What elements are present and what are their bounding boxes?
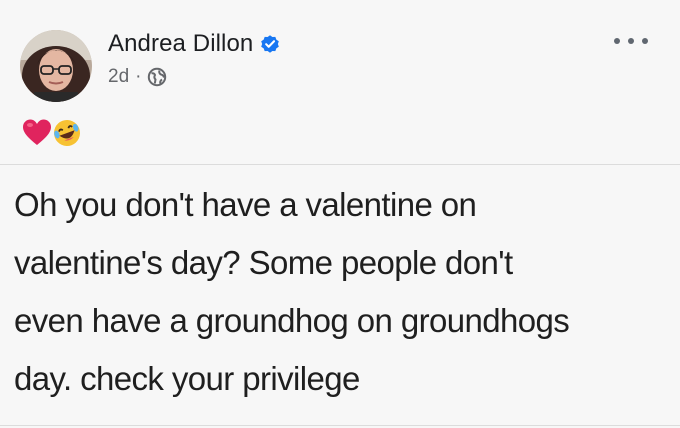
- post-header: Andrea Dillon 2d ·: [20, 22, 660, 106]
- content-divider: [0, 164, 680, 165]
- globe-icon: [147, 67, 167, 87]
- avatar-image: [20, 30, 92, 102]
- post-text-line: valentine's day? Some people don't: [14, 244, 513, 281]
- bottom-divider: [0, 425, 680, 426]
- post-meta: 2d ·: [108, 66, 167, 88]
- heart-icon: [22, 118, 52, 148]
- more-options-icon[interactable]: [614, 34, 648, 48]
- post-text-line: Oh you don't have a valentine on: [14, 186, 477, 223]
- author-name[interactable]: Andrea Dillon: [108, 30, 253, 58]
- post-text-line: day. check your privilege: [14, 360, 360, 397]
- verified-badge-icon: [259, 33, 281, 55]
- post-text-line: even have a groundhog on groundhogs: [14, 302, 570, 339]
- timestamp[interactable]: 2d: [108, 66, 129, 88]
- post-text: Oh you don't have a valentine on valenti…: [14, 176, 674, 408]
- avatar[interactable]: [20, 30, 92, 102]
- author-row: Andrea Dillon: [108, 30, 281, 58]
- meta-separator: ·: [135, 66, 142, 87]
- emoji-row: [22, 118, 82, 148]
- facebook-post: Andrea Dillon 2d · Oh you don't have a v…: [0, 0, 680, 428]
- laughing-crying-icon: [52, 118, 82, 148]
